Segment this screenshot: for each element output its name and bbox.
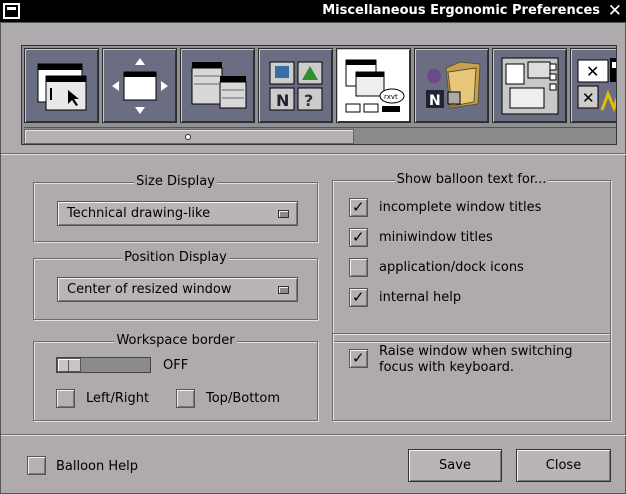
ergonomic-preferences-icon[interactable]: rxvt — [336, 48, 411, 123]
top-separator — [1, 153, 626, 155]
application-dock-icons-checkbox[interactable] — [349, 258, 368, 277]
slider-knob[interactable] — [57, 358, 81, 372]
svg-text:✕: ✕ — [582, 89, 595, 107]
search-path-icon[interactable]: N — [414, 48, 489, 123]
svg-text:N: N — [276, 91, 289, 110]
bottom-separator — [1, 434, 626, 436]
popup-indicator-icon — [278, 286, 289, 294]
miniaturize-button[interactable] — [3, 3, 20, 19]
svg-text:rxvt: rxvt — [384, 93, 398, 101]
miniwindow-titles-checkbox[interactable]: ✓ — [349, 228, 368, 247]
size-display-value: Technical drawing-like — [67, 206, 211, 221]
workspace-border-group: Workspace border — [33, 333, 318, 421]
incomplete-window-titles-label: incomplete window titles — [379, 200, 542, 215]
application-dock-icons-label: application/dock icons — [379, 260, 524, 275]
balloon-text-legend: Show balloon text for... — [394, 172, 549, 187]
raise-window-label-line1: Raise window when switching — [379, 344, 573, 359]
close-button[interactable]: Close — [516, 449, 611, 482]
left-right-label: Left/Right — [86, 391, 150, 406]
window-title: Miscellaneous Ergonomic Preferences — [322, 3, 600, 18]
top-bottom-checkbox[interactable] — [176, 389, 195, 408]
balloon-help-checkbox[interactable] — [27, 456, 46, 475]
icon-preferences-icon[interactable]: N? — [258, 48, 333, 123]
scroll-dot-icon — [185, 134, 191, 140]
raise-window-checkbox[interactable]: ✓ — [349, 349, 368, 368]
icon-strip-scrollbar[interactable] — [24, 127, 616, 144]
checkmark-icon: ✓ — [352, 349, 365, 367]
menu-preferences-icon[interactable] — [180, 48, 255, 123]
preference-icon-strip: N? rxvt N ✕ ✕ — [21, 45, 617, 145]
internal-help-label: internal help — [379, 290, 462, 305]
size-display-legend: Size Display — [134, 174, 217, 189]
checkmark-icon: ✓ — [352, 228, 365, 246]
balloon-help-label: Balloon Help — [56, 459, 139, 474]
checkmark-icon: ✓ — [352, 198, 365, 216]
top-bottom-label: Top/Bottom — [206, 391, 281, 406]
svg-text:?: ? — [304, 91, 313, 110]
internal-help-checkbox[interactable]: ✓ — [349, 288, 368, 307]
position-display-popup[interactable]: Center of resized window — [57, 277, 298, 302]
position-display-value: Center of resized window — [67, 282, 232, 297]
save-button[interactable]: Save — [408, 449, 502, 482]
svg-text:N: N — [429, 93, 441, 109]
workspace-border-value: OFF — [163, 358, 189, 373]
checkmark-icon: ✓ — [352, 288, 365, 306]
workspace-border-legend: Workspace border — [114, 333, 237, 348]
position-display-group: Position Display Center of resized windo… — [33, 250, 318, 320]
title-bar[interactable]: Miscellaneous Ergonomic Preferences ✕ — [0, 0, 626, 22]
workspace-border-slider[interactable] — [56, 357, 151, 373]
window-placement-icon[interactable] — [102, 48, 177, 123]
size-display-group: Size Display Technical drawing-like — [33, 174, 318, 242]
raise-window-label-line2: focus with keyboard. — [379, 360, 514, 375]
window-handling-icon[interactable] — [24, 48, 99, 123]
size-display-popup[interactable]: Technical drawing-like — [57, 201, 298, 226]
other-preferences-icon[interactable]: ✕ ✕ — [570, 48, 616, 123]
svg-text:✕: ✕ — [586, 62, 599, 81]
left-right-checkbox[interactable] — [56, 389, 75, 408]
window-body: N? rxvt N ✕ ✕ Size Display Technical draw… — [0, 22, 626, 494]
close-icon[interactable]: ✕ — [608, 1, 622, 21]
miniwindow-titles-label: miniwindow titles — [379, 230, 493, 245]
scrollbar-thumb[interactable] — [24, 129, 354, 144]
popup-indicator-icon — [278, 210, 289, 218]
position-display-legend: Position Display — [122, 250, 229, 265]
workspace-preferences-icon[interactable] — [492, 48, 567, 123]
incomplete-window-titles-checkbox[interactable]: ✓ — [349, 198, 368, 217]
